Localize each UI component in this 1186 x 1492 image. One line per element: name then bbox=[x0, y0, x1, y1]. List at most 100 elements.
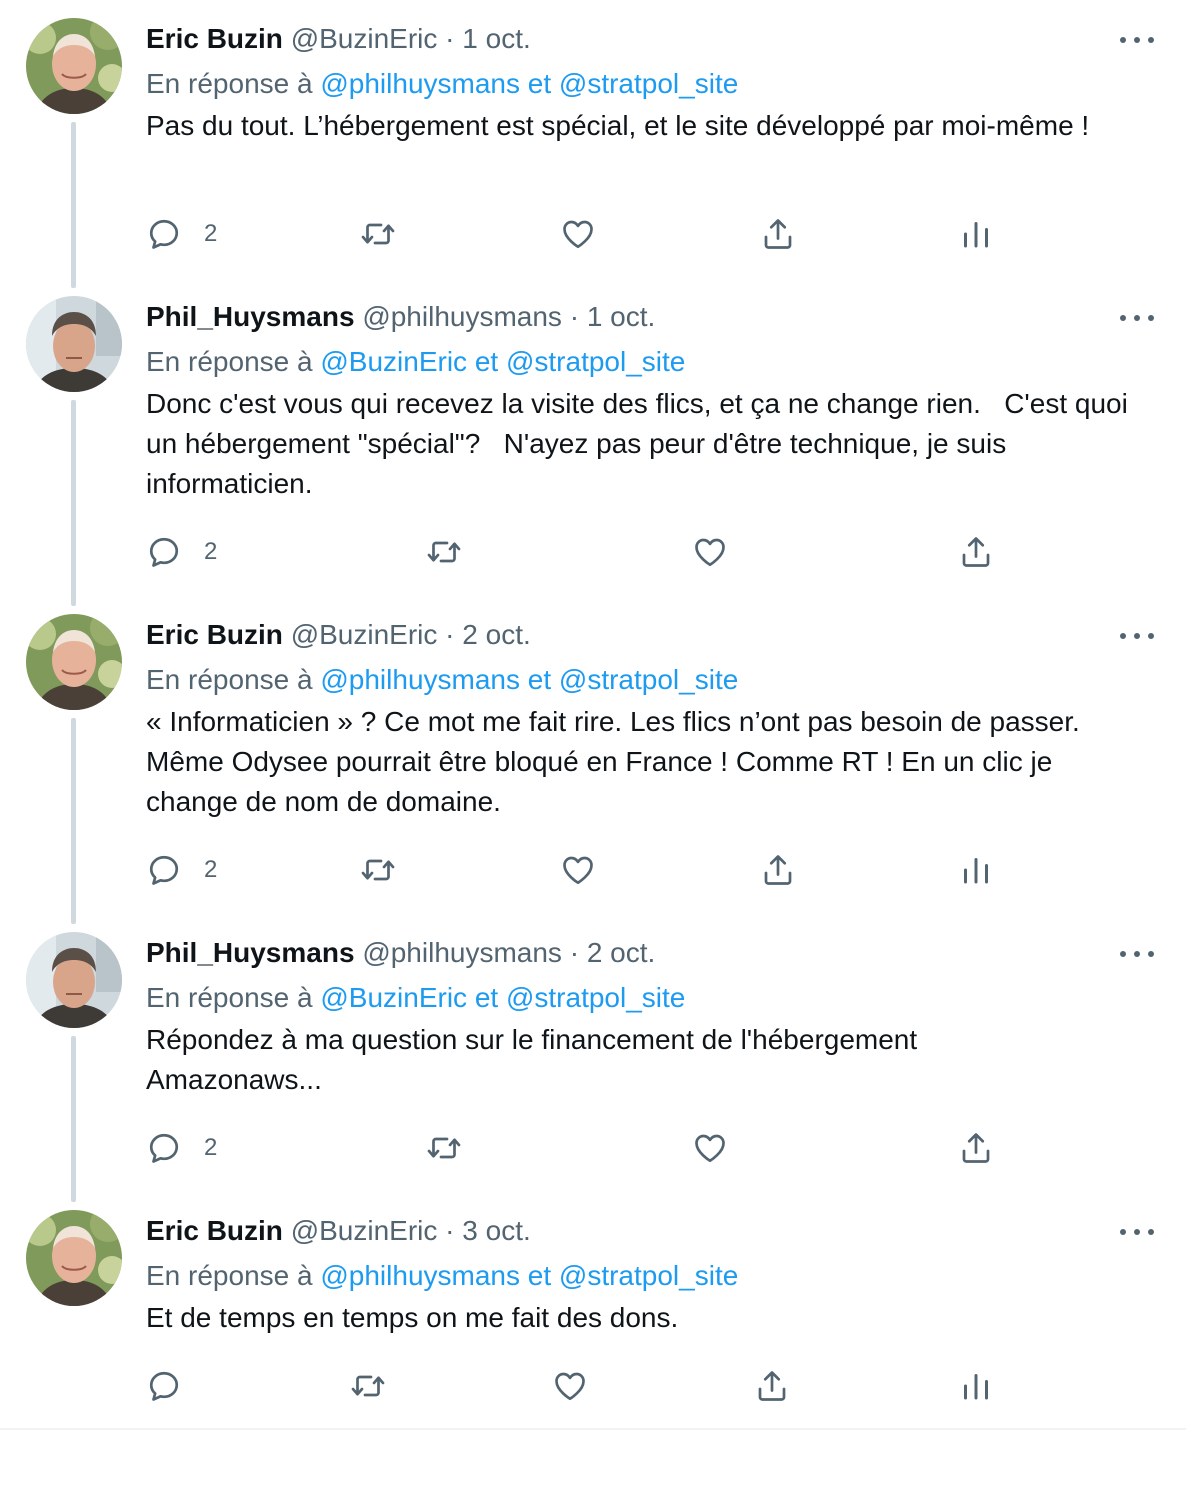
heart-icon bbox=[692, 534, 728, 570]
mention-link[interactable]: @BuzinEric bbox=[320, 982, 467, 1013]
handle[interactable]: @philhuysmans bbox=[362, 937, 562, 968]
heart-icon bbox=[552, 1368, 588, 1404]
thread-connector bbox=[71, 400, 76, 606]
mention-link[interactable]: @stratpol_site bbox=[559, 68, 738, 99]
thread-connector bbox=[71, 718, 76, 924]
reply-prefix: En réponse à bbox=[146, 982, 313, 1013]
share-button[interactable] bbox=[760, 850, 796, 890]
more-options-icon[interactable] bbox=[1120, 626, 1154, 646]
reply-context: En réponse à @BuzinEric et @stratpol_sit… bbox=[146, 976, 1156, 1020]
analytics-button[interactable] bbox=[958, 214, 994, 254]
more-options-icon[interactable] bbox=[1120, 30, 1154, 50]
more-options-icon[interactable] bbox=[1120, 944, 1154, 964]
mention-and: et bbox=[474, 982, 499, 1013]
share-button[interactable] bbox=[958, 1128, 994, 1168]
timestamp[interactable]: 3 oct. bbox=[462, 1215, 530, 1246]
mention-link[interactable]: @philhuysmans bbox=[320, 68, 520, 99]
reply-icon bbox=[146, 1368, 182, 1404]
tweet-text: Répondez à ma question sur le financemen… bbox=[146, 1024, 918, 1095]
avatar[interactable] bbox=[26, 296, 122, 392]
share-icon bbox=[760, 852, 796, 888]
share-button[interactable] bbox=[958, 532, 994, 572]
like-button[interactable] bbox=[560, 850, 596, 890]
like-button[interactable] bbox=[692, 532, 728, 572]
separator: · bbox=[569, 937, 580, 968]
display-name[interactable]: Eric Buzin bbox=[146, 1215, 283, 1246]
reply-button[interactable]: 2 bbox=[146, 214, 217, 254]
tweet[interactable]: Eric Buzin @BuzinEric · 1 oct. En répons… bbox=[0, 0, 1186, 318]
tweet[interactable]: Phil_Huysmans @philhuysmans · 2 oct. En … bbox=[0, 914, 1186, 1232]
handle[interactable]: @BuzinEric bbox=[291, 619, 438, 650]
retweet-button[interactable] bbox=[426, 532, 462, 572]
reply-icon bbox=[146, 534, 182, 570]
handle[interactable]: @philhuysmans bbox=[362, 301, 562, 332]
retweet-button[interactable] bbox=[350, 1366, 386, 1406]
mention-link[interactable]: @stratpol_site bbox=[559, 664, 738, 695]
mention-and: et bbox=[527, 68, 552, 99]
share-button[interactable] bbox=[760, 214, 796, 254]
timestamp[interactable]: 1 oct. bbox=[587, 301, 655, 332]
display-name[interactable]: Eric Buzin bbox=[146, 23, 283, 54]
display-name[interactable]: Phil_Huysmans bbox=[146, 301, 355, 332]
action-bar: 2 bbox=[146, 1128, 1156, 1168]
retweet-button[interactable] bbox=[426, 1128, 462, 1168]
more-options-icon[interactable] bbox=[1120, 308, 1154, 328]
reply-context: En réponse à @BuzinEric et @stratpol_sit… bbox=[146, 340, 1156, 384]
avatar[interactable] bbox=[26, 18, 122, 114]
thread-connector bbox=[71, 122, 76, 288]
analytics-icon bbox=[958, 216, 994, 252]
reply-icon bbox=[146, 852, 182, 888]
reply-prefix: En réponse à bbox=[146, 346, 313, 377]
retweet-button[interactable] bbox=[360, 850, 396, 890]
share-button[interactable] bbox=[754, 1366, 790, 1406]
mention-link[interactable]: @stratpol_site bbox=[506, 982, 685, 1013]
mention-link[interactable]: @stratpol_site bbox=[506, 346, 685, 377]
mention-link[interactable]: @philhuysmans bbox=[320, 664, 520, 695]
tweet-text: Pas du tout. L’hébergement est spécial, … bbox=[146, 110, 1090, 141]
divider bbox=[0, 1428, 1186, 1430]
tweet-header: Eric Buzin @BuzinEric · 2 oct. bbox=[146, 614, 1156, 658]
tweet[interactable]: Eric Buzin @BuzinEric · 2 oct. En répons… bbox=[0, 596, 1186, 924]
handle[interactable]: @BuzinEric bbox=[291, 1215, 438, 1246]
display-name[interactable]: Phil_Huysmans bbox=[146, 937, 355, 968]
reply-button[interactable] bbox=[146, 1366, 182, 1406]
timestamp[interactable]: 2 oct. bbox=[462, 619, 530, 650]
more-options-icon[interactable] bbox=[1120, 1222, 1154, 1242]
mention-link[interactable]: @philhuysmans bbox=[320, 1260, 520, 1291]
like-button[interactable] bbox=[692, 1128, 728, 1168]
analytics-button[interactable] bbox=[958, 1366, 994, 1406]
handle[interactable]: @BuzinEric bbox=[291, 23, 438, 54]
separator: · bbox=[445, 23, 455, 54]
tweet[interactable]: Phil_Huysmans @philhuysmans · 1 oct. En … bbox=[0, 278, 1186, 606]
retweet-icon bbox=[360, 216, 396, 252]
heart-icon bbox=[560, 216, 596, 252]
mention-and: et bbox=[474, 346, 499, 377]
heart-icon bbox=[560, 852, 596, 888]
avatar[interactable] bbox=[26, 932, 122, 1028]
tweet-header: Eric Buzin @BuzinEric · 3 oct. bbox=[146, 1210, 1156, 1254]
reply-context: En réponse à @philhuysmans et @stratpol_… bbox=[146, 1254, 1156, 1298]
mention-link[interactable]: @stratpol_site bbox=[559, 1260, 738, 1291]
analytics-icon bbox=[958, 852, 994, 888]
reply-button[interactable]: 2 bbox=[146, 850, 217, 890]
reply-button[interactable]: 2 bbox=[146, 1128, 217, 1168]
avatar[interactable] bbox=[26, 614, 122, 710]
heart-icon bbox=[692, 1130, 728, 1166]
analytics-icon bbox=[958, 1368, 994, 1404]
tweet-header: Phil_Huysmans @philhuysmans · 1 oct. bbox=[146, 296, 1156, 340]
separator: · bbox=[445, 619, 455, 650]
reply-button[interactable]: 2 bbox=[146, 532, 217, 572]
display-name[interactable]: Eric Buzin bbox=[146, 619, 283, 650]
timestamp[interactable]: 2 oct. bbox=[587, 937, 655, 968]
avatar[interactable] bbox=[26, 1210, 122, 1306]
timestamp[interactable]: 1 oct. bbox=[462, 23, 530, 54]
like-button[interactable] bbox=[560, 214, 596, 254]
tweet[interactable]: Eric Buzin @BuzinEric · 3 oct. En répons… bbox=[0, 1192, 1186, 1492]
share-icon bbox=[754, 1368, 790, 1404]
mention-link[interactable]: @BuzinEric bbox=[320, 346, 467, 377]
action-bar: 2 bbox=[146, 850, 1156, 890]
like-button[interactable] bbox=[552, 1366, 588, 1406]
retweet-button[interactable] bbox=[360, 214, 396, 254]
analytics-button[interactable] bbox=[958, 850, 994, 890]
tweet-header: Eric Buzin @BuzinEric · 1 oct. bbox=[146, 18, 1156, 62]
